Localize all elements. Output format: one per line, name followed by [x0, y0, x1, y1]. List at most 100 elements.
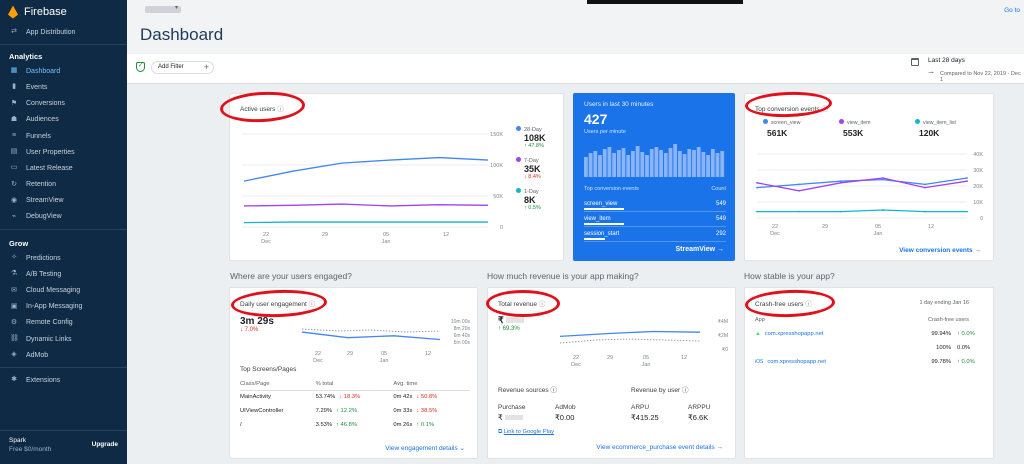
pct-value: 53.74% — [315, 394, 336, 401]
sidebar-item-streamview[interactable]: ◉ StreamView — [0, 193, 127, 209]
link-label: View engagement details — [385, 445, 458, 452]
y-tick-label: ₹2M — [718, 333, 728, 339]
sidebar-item-retention[interactable]: ↻ Retention — [0, 177, 127, 193]
admob-label: AdMob — [555, 404, 576, 411]
sidebar-item-dashboard[interactable]: ▦ Dashboard — [0, 63, 127, 79]
view-engagement-details-link[interactable]: View engagement details ⌄ — [385, 444, 465, 452]
sidebar-item-cloud-messaging[interactable]: ✉ Cloud Messaging — [0, 282, 127, 298]
sidebar-item-events[interactable]: ▮ Events — [0, 79, 127, 95]
realtime-title: Users in last 30 minutes — [584, 101, 654, 108]
crash-row[interactable]: 100% 0.0% — [755, 341, 987, 355]
minute-bar — [682, 154, 687, 177]
sidebar-item-latest-release[interactable]: ▭ Latest Release — [0, 160, 127, 176]
series-line-7-Day — [243, 203, 489, 207]
google-play-link[interactable]: ⧉ Link to Google Play — [498, 429, 554, 436]
legend-swatch — [915, 119, 920, 124]
trend-icon: ⇀ — [928, 70, 934, 77]
legend-swatch — [763, 119, 768, 124]
sidebar-item-in-app-messaging[interactable]: ▣ In-App Messaging — [0, 299, 127, 315]
legend-item: 1-Day 8K ↑ 0.5% — [516, 188, 564, 211]
event-bar — [584, 238, 606, 240]
minute-bar — [673, 144, 678, 177]
chevron-down-icon[interactable]: ▾ — [175, 4, 178, 11]
date-range[interactable]: Last 28 days — [928, 57, 965, 64]
sidebar-item-label: A/B Testing — [26, 270, 62, 278]
help-icon[interactable]: ⓘ — [682, 387, 689, 394]
external-link-icon: ⧉ — [498, 429, 503, 435]
y-tick-label: 8m 20s — [454, 326, 471, 332]
crash-row[interactable]: iOS com.xpresshopapp.net 99.78% ↑ 0.0% — [755, 355, 987, 369]
calendar-icon[interactable] — [911, 58, 919, 66]
sidebar-item-debugview[interactable]: ⌁ DebugView — [0, 209, 127, 225]
view-purchase-details-link[interactable]: View ecommerce_purchase event details → — [596, 444, 723, 451]
y-tick-label: 20K — [973, 184, 983, 190]
sidebar-item-admob[interactable]: ◈ AdMob — [0, 347, 127, 363]
pct-cell: 7.29% ↑ 12.2% — [316, 404, 394, 418]
page-name: MainActivity — [240, 394, 271, 401]
legend-swatch — [516, 188, 521, 193]
x-tick-label: 22 — [772, 224, 778, 230]
data-point — [882, 177, 884, 179]
data-point — [966, 180, 968, 183]
realtime-row[interactable]: view_item 549 — [584, 212, 726, 227]
crash-delta: 0.0% — [957, 345, 971, 351]
sidebar-item-dynamic-links[interactable]: ⛓ Dynamic Links — [0, 331, 127, 347]
sidebar-item-audiences[interactable]: ☗ Audiences — [0, 112, 127, 128]
minute-bar — [678, 151, 682, 177]
sidebar-item-app-distribution[interactable]: ⇄ App Distribution — [0, 24, 127, 40]
upgrade-button[interactable]: Upgrade — [92, 441, 118, 458]
add-filter-label: Add Filter — [158, 64, 184, 70]
crash-row[interactable]: ▲ com.xpresshopapp.net 99.94% ↑ 0.0% — [755, 327, 987, 341]
legend-item: 7-Day 35K ↓ 8.4% — [516, 157, 564, 180]
y-tick-label: 100K — [490, 163, 503, 169]
view-conversion-events-link[interactable]: View conversion events → — [899, 247, 981, 254]
minute-bar — [588, 153, 593, 177]
sidebar-item-predictions[interactable]: ✧ Predictions — [0, 250, 127, 266]
streamview-link[interactable]: StreamView → — [675, 246, 724, 253]
sidebar-item-a-b-testing[interactable]: ⚗ A/B Testing — [0, 266, 127, 282]
table-header-row: Class/Page % total Avg. time — [240, 379, 470, 390]
realtime-row[interactable]: screen_view 549 — [584, 197, 726, 212]
dashboard-icon: ▦ — [10, 67, 18, 75]
sidebar-item-conversions[interactable]: ⚑ Conversions — [0, 96, 127, 112]
y-tick-label: 0 — [500, 225, 503, 231]
data-point — [924, 186, 926, 189]
sidebar-item-label: DebugView — [26, 213, 62, 221]
series-line-view_item — [756, 177, 968, 192]
x-tick-month: Jan — [380, 358, 389, 364]
legend-swatch — [516, 126, 521, 131]
x-tick-label: 22 — [573, 355, 579, 361]
realtime-row[interactable]: session_start 292 — [584, 227, 726, 242]
label: Revenue by user — [631, 387, 681, 394]
sidebar-item-user-properties[interactable]: ▤ User Properties — [0, 144, 127, 160]
sidebar-item-extensions[interactable]: ✱ Extensions — [0, 372, 127, 388]
table-row[interactable]: UIViewController 7.29% ↑ 12.2% 0m 33s ↓ 38.5… — [240, 404, 470, 418]
sidebar-item-funnels[interactable]: ≡ Funnels — [0, 128, 127, 144]
minute-bar — [584, 157, 588, 177]
help-icon[interactable]: ⓘ — [550, 387, 557, 394]
predictions-icon: ✧ — [11, 254, 17, 262]
x-tick-label: 12 — [425, 351, 431, 357]
column-header: % total — [315, 381, 334, 388]
time-cell: 0m 42s ↓ 50.8% — [393, 390, 470, 404]
sidebar-item-label: Dashboard — [26, 67, 61, 75]
sidebar-item-label: Funnels — [26, 132, 51, 140]
column-header: Class/Page — [240, 381, 270, 388]
brand[interactable]: Firebase — [0, 0, 127, 24]
label: Revenue sources — [498, 387, 549, 394]
add-filter-button[interactable]: Add Filter + — [151, 61, 214, 74]
divider — [0, 367, 127, 369]
sidebar-item-remote-config[interactable]: ⚙ Remote Config — [0, 315, 127, 331]
minute-bar — [631, 151, 635, 177]
goto-link[interactable]: Go to — [1004, 7, 1020, 14]
x-tick-label: 29 — [322, 232, 328, 238]
time-cell: 0m 26s ↑ 0.1% — [393, 418, 470, 432]
table-row[interactable]: MainActivity 53.74% ↓ 18.3% 0m 42s ↓ 50.8% — [240, 390, 470, 404]
y-tick-label: 50K — [493, 194, 503, 200]
table-title: Top Screens/Pages — [240, 366, 297, 373]
data-point — [840, 181, 842, 184]
sidebar-item-label: User Properties — [26, 148, 75, 156]
table-row[interactable]: /3.53% ↑ 46.8% 0m 26s ↑ 0.1% — [240, 418, 470, 432]
legend-value: 35K — [524, 164, 541, 174]
data-point — [756, 181, 758, 184]
